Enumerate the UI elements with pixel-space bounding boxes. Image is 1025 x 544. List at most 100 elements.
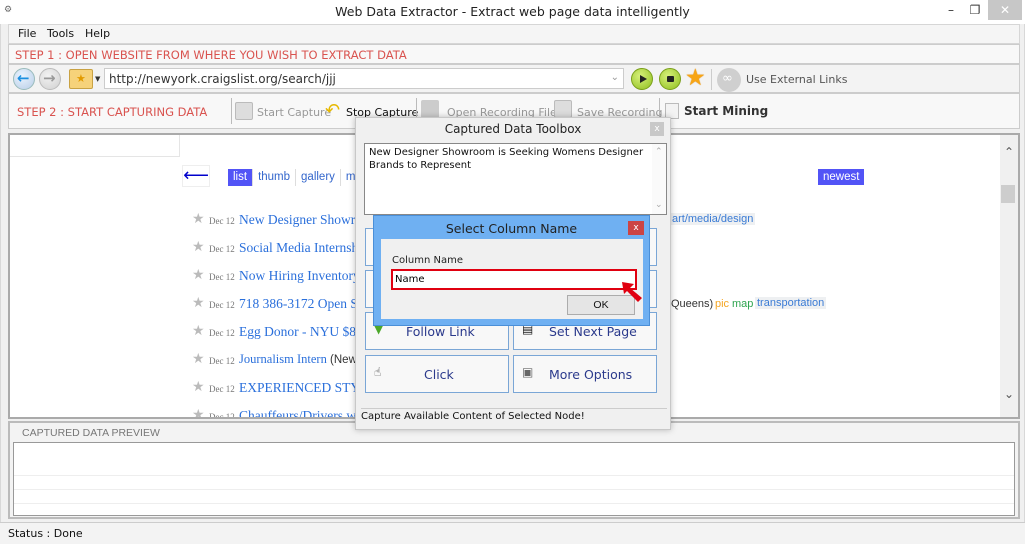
favorite-star-icon[interactable]: ★: [192, 295, 205, 312]
listing-title[interactable]: Now Hiring Inventory T: [239, 268, 371, 284]
back-button[interactable]: [13, 68, 35, 90]
dialog-body: Column Name OK: [381, 239, 643, 319]
column-name-input[interactable]: [393, 271, 635, 288]
vertical-scrollbar[interactable]: ⌃ ⌄: [1000, 135, 1018, 417]
follow-link-label: Follow Link: [406, 324, 475, 339]
listing-date: Dec 12: [209, 216, 235, 226]
dialog-title: Select Column Name: [445, 221, 578, 236]
url-dropdown-icon[interactable]: ⌄: [611, 72, 619, 83]
listing-date: Dec 12: [209, 300, 235, 310]
more-options-icon: ▣: [522, 365, 534, 379]
pointer-arrow-icon: [622, 282, 642, 302]
step1-header: STEP 1 : OPEN WEBSITE FROM WHERE YOU WIS…: [8, 44, 1020, 64]
view-tab-gallery[interactable]: gallery: [296, 169, 341, 186]
go-button[interactable]: [631, 68, 653, 90]
prev-page-link[interactable]: ⟵: [182, 165, 210, 187]
url-input[interactable]: [105, 69, 595, 88]
scrollbar-thumb[interactable]: [1001, 185, 1015, 203]
preview-label: CAPTURED DATA PREVIEW: [22, 427, 160, 439]
favorite-star-icon[interactable]: ★: [192, 267, 205, 284]
captured-text: New Designer Showroom is Seeking Womens …: [369, 147, 644, 171]
listing-date: Dec 12: [209, 328, 235, 338]
maximize-button[interactable]: ❐: [964, 0, 986, 20]
pic-badge: pic: [715, 298, 730, 310]
title-bar: ⚙ Web Data Extractor - Extract web page …: [0, 0, 1025, 24]
toolbox-close-button[interactable]: x: [650, 122, 664, 136]
close-button[interactable]: ✕: [988, 0, 1022, 20]
preview-grid[interactable]: [13, 442, 1015, 516]
status-text: Status : Done: [8, 527, 83, 540]
menu-file[interactable]: File: [18, 27, 36, 40]
favorite-star-icon[interactable]: ★: [192, 351, 205, 368]
favorites-dropdown-icon[interactable]: ▼: [95, 75, 100, 83]
scroll-up-icon[interactable]: ⌃: [655, 146, 663, 159]
favorites-button[interactable]: ★: [69, 69, 93, 89]
click-button[interactable]: ☝ Click: [365, 355, 509, 393]
grid-line: [14, 489, 1014, 490]
text-scrollbar[interactable]: ⌃ ⌄: [652, 144, 666, 214]
listing-title[interactable]: Journalism Intern (New Y: [239, 352, 368, 367]
listing-date: Dec 12: [209, 244, 235, 254]
menu-help[interactable]: Help: [85, 27, 110, 40]
forward-button[interactable]: [39, 68, 61, 90]
listing-title[interactable]: New Designer Showroo: [239, 212, 369, 228]
menu-tools[interactable]: Tools: [47, 27, 74, 40]
start-capture-button[interactable]: Start Capture: [257, 106, 331, 119]
view-tab-list[interactable]: list: [228, 169, 254, 186]
more-options-button[interactable]: ▣ More Options: [513, 355, 657, 393]
step1-label: STEP 1 : OPEN WEBSITE FROM WHERE YOU WIS…: [15, 48, 407, 62]
page-search-box[interactable]: [10, 135, 180, 157]
window-title: Web Data Extractor - Extract web page da…: [335, 4, 690, 19]
status-bar: Status : Done: [0, 522, 1025, 544]
separator: [711, 69, 712, 90]
toolbox-title: Captured Data Toolbox: [444, 122, 582, 136]
bookmark-star-icon[interactable]: ★: [685, 65, 706, 91]
captured-text-area[interactable]: New Designer Showroom is Seeking Womens …: [364, 143, 667, 215]
listing-date: Dec 12: [209, 412, 235, 419]
open-recording-icon: [421, 100, 439, 118]
save-recording-icon: [554, 100, 572, 118]
column-name-field[interactable]: [391, 269, 637, 290]
column-name-label: Column Name: [392, 255, 463, 266]
step2-label: STEP 2 : START CAPTURING DATA: [17, 105, 208, 119]
listing-title-text[interactable]: Journalism Intern: [239, 352, 327, 366]
url-combobox[interactable]: ⌄: [104, 68, 624, 89]
toolbox-status: Capture Available Content of Selected No…: [361, 408, 667, 426]
grid-line: [14, 503, 1014, 504]
navigation-bar: ★ ▼ ⌄ ★ ∞ Use External Links: [8, 64, 1020, 93]
minimize-button[interactable]: –: [938, 0, 964, 20]
select-column-name-dialog: Select Column Name x Column Name OK: [373, 215, 650, 326]
grid-line: [14, 475, 1014, 476]
favorite-star-icon[interactable]: ★: [192, 323, 205, 340]
category-tag[interactable]: transportation: [755, 297, 827, 309]
category-tag[interactable]: art/media/design: [670, 213, 756, 225]
listing-title[interactable]: Social Media Internship: [239, 240, 369, 256]
listing-title[interactable]: 718 386-3172 Open Su: [239, 296, 365, 312]
scroll-down-icon[interactable]: ⌄: [1004, 387, 1014, 401]
dialog-close-button[interactable]: x: [628, 221, 644, 235]
favorite-star-icon[interactable]: ★: [192, 407, 205, 417]
listing-title[interactable]: Egg Donor - NYU $800: [239, 324, 370, 340]
separator: [231, 98, 232, 124]
external-links-toggle[interactable]: ∞: [717, 68, 741, 92]
start-mining-button[interactable]: Start Mining: [684, 104, 768, 118]
start-capture-icon: [235, 102, 253, 120]
listing-date: Dec 12: [209, 272, 235, 282]
favorite-star-icon[interactable]: ★: [192, 239, 205, 256]
scroll-down-icon[interactable]: ⌄: [655, 199, 663, 212]
listing-title[interactable]: Chauffeurs/Drivers want: [239, 408, 373, 417]
link-icon: ∞: [722, 71, 733, 86]
favorite-star-icon[interactable]: ★: [192, 211, 205, 228]
external-links-label[interactable]: Use External Links: [746, 73, 847, 86]
view-tab-thumb[interactable]: thumb: [253, 169, 297, 186]
favorite-star-icon[interactable]: ★: [192, 379, 205, 396]
sort-newest[interactable]: newest: [818, 169, 865, 185]
map-badge[interactable]: map: [732, 298, 753, 310]
listing-title[interactable]: EXPERIENCED STYL: [239, 380, 368, 396]
captured-data-preview: CAPTURED DATA PREVIEW: [8, 421, 1020, 519]
stop-button[interactable]: [659, 68, 681, 90]
listing-date: Dec 12: [209, 384, 235, 394]
set-next-page-label: Set Next Page: [549, 324, 637, 339]
scroll-up-icon[interactable]: ⌃: [1004, 145, 1014, 159]
listing-date: Dec 12: [209, 356, 235, 366]
